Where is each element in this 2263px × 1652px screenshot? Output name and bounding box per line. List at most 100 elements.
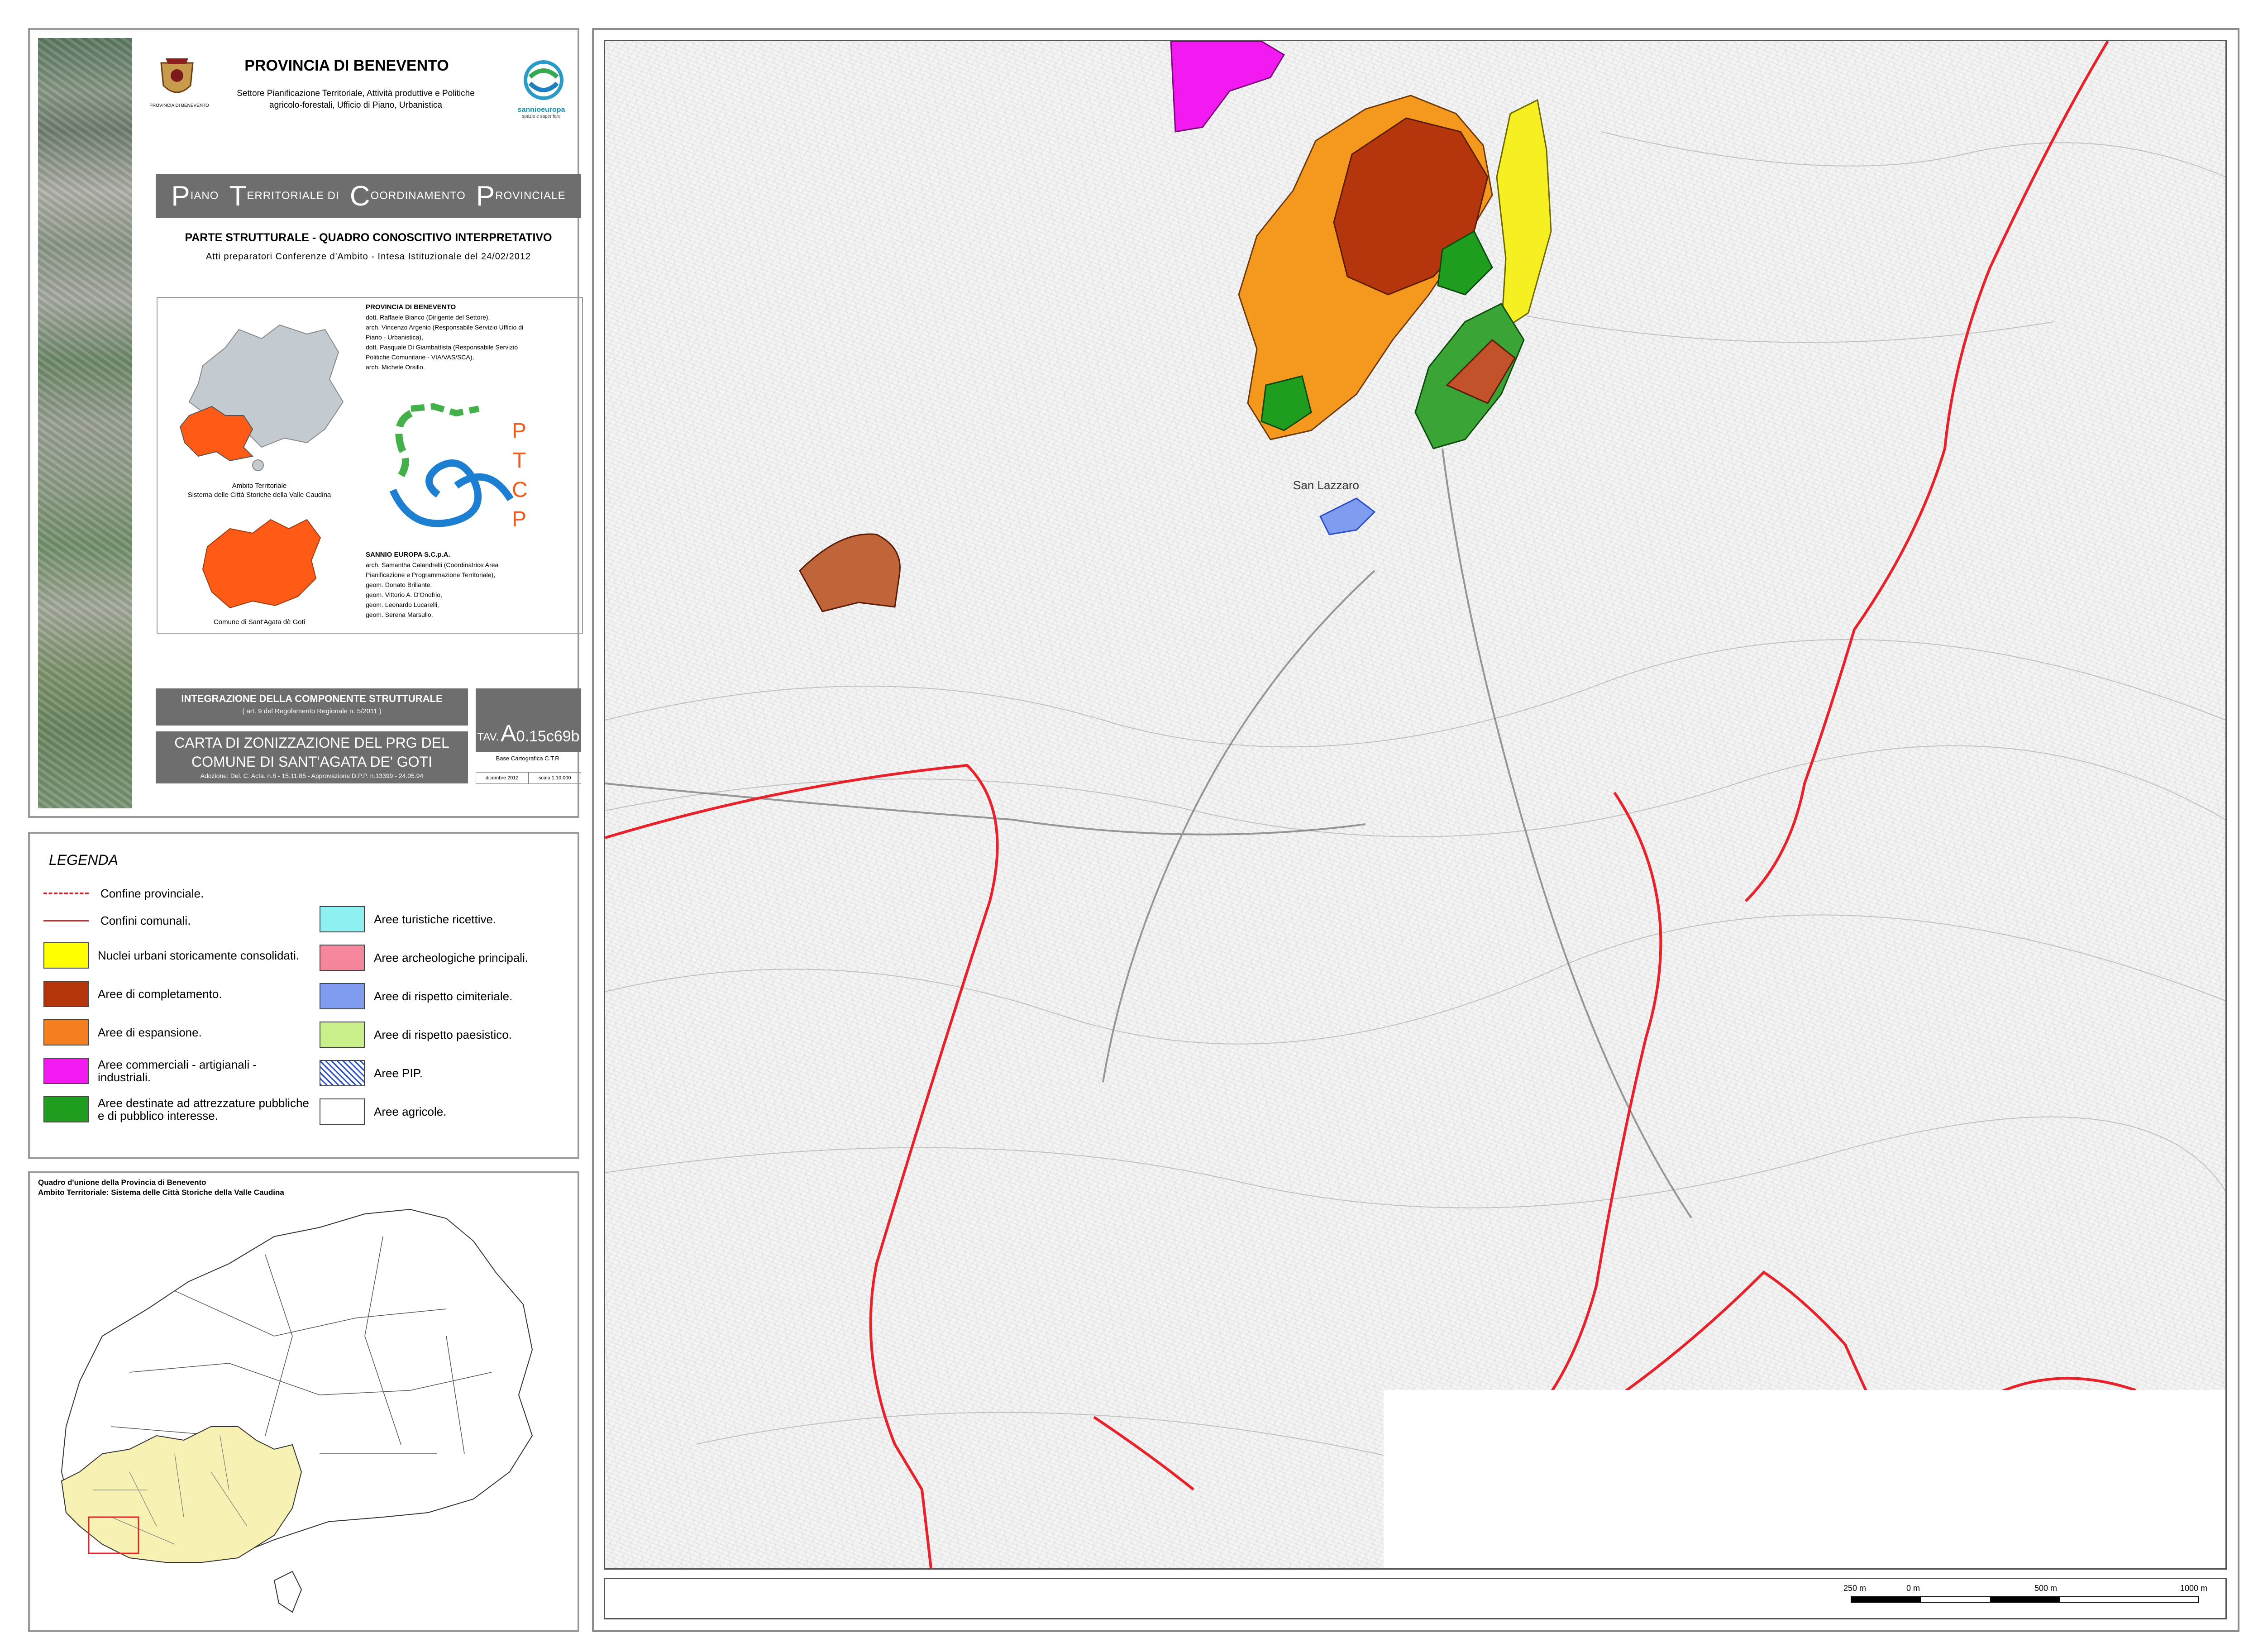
legend-item-agricole: Aree agricole. bbox=[320, 1098, 446, 1125]
zone-storico bbox=[1496, 99, 1552, 332]
base-cartografica-note: Base Cartografica C.T.R. bbox=[496, 755, 561, 762]
zone-commerciale bbox=[1170, 41, 1285, 133]
credits-line: arch. Samantha Calandrelli (Coordinatric… bbox=[366, 561, 499, 568]
swatch-green bbox=[43, 1096, 89, 1122]
zone-cimiteriale bbox=[1319, 497, 1376, 535]
legend-item-pip: Aree PIP. bbox=[320, 1060, 423, 1086]
swatch-brown bbox=[43, 981, 89, 1007]
credits-line: Piano - Urbanistica), bbox=[366, 334, 423, 341]
zone-completamento bbox=[799, 533, 901, 612]
integration-title: INTEGRAZIONE DELLA COMPONENTE STRUTTURAL… bbox=[181, 693, 443, 704]
legend-label: Aree agricole. bbox=[374, 1105, 447, 1118]
header: PROVINCIA DI BENEVENTO PROVINCIA DI BENE… bbox=[138, 38, 574, 160]
credits-line: geom. Vittorio A. D'Onofrio, bbox=[366, 591, 442, 598]
legend-panel: LEGENDA Confine provinciale. Confini com… bbox=[28, 832, 579, 1159]
legend-item-provincial-border: Confine provinciale. bbox=[43, 887, 204, 900]
scale-bar bbox=[1851, 1596, 2199, 1603]
legend-item-cimiteriale: Aree di rispetto cimiteriale. bbox=[320, 983, 512, 1009]
swatch-pink bbox=[320, 945, 365, 971]
swatch-hatched bbox=[320, 1060, 365, 1086]
credits-line: dott. Pasquale Di Giambattista (Responsa… bbox=[366, 344, 518, 351]
plan-word-2: ERRITORIALE DI bbox=[247, 190, 339, 202]
plan-title-bar: P IANO T ERRITORIALE DI C OORDINAMENTO P ROV… bbox=[156, 174, 581, 218]
ptcp-logo-icon: P T C P bbox=[389, 403, 528, 531]
tav-number: 0.15c69b bbox=[516, 728, 580, 745]
legend-label: Nuclei urbani storicamente consolidati. bbox=[98, 949, 300, 962]
ambito-caption-line1: Ambito Territoriale bbox=[232, 482, 287, 490]
tav-letter: A bbox=[500, 721, 516, 747]
ptcp-letter-c: C bbox=[512, 478, 528, 502]
inset-title-line1: Quadro d'unione della Provincia di Benev… bbox=[38, 1178, 206, 1187]
legend-item-attrezzature: Aree destinate ad attrezzature pubbliche… bbox=[43, 1096, 315, 1122]
date-cell: dicembre 2012 bbox=[476, 772, 529, 784]
partner-logo-text: sannioeuropa spazio e saper fare bbox=[510, 106, 573, 119]
section-title: PARTE STRUTTURALE - QUADRO CONOSCITIVO I… bbox=[185, 231, 552, 244]
scale-label-500: 500 m bbox=[2034, 1584, 2058, 1593]
credits-line: arch. Vincenzo Argenio (Responsabile Ser… bbox=[366, 324, 524, 331]
carta-title-line2: COMUNE DI SANT'AGATA DE' GOTI bbox=[191, 754, 432, 770]
legend-item-turistiche: Aree turistiche ricettive. bbox=[320, 906, 496, 932]
credits-line: geom. Leonardo Lucarelli, bbox=[366, 601, 439, 608]
legend-item-completamento: Aree di completamento. bbox=[43, 981, 222, 1007]
dashed-red-line-icon bbox=[43, 893, 89, 894]
integration-subtitle: ( art. 9 del Regolamento Regionale n. 5/… bbox=[242, 707, 382, 715]
credits-heading2: SANNIO EUROPA S.C.p.A. bbox=[366, 551, 450, 559]
legend-label: Aree di completamento. bbox=[98, 987, 222, 1001]
swatch-lightgreen bbox=[320, 1022, 365, 1048]
scale-cell: scala 1:10.000 bbox=[528, 772, 581, 784]
partner-tagline: spazio e saper fare bbox=[522, 114, 561, 119]
legend-label: Confine provinciale. bbox=[100, 887, 204, 900]
swatch-orange bbox=[43, 1019, 89, 1046]
credits-line: geom. Serena Marsullo. bbox=[366, 611, 433, 618]
credits-heading: PROVINCIA DI BENEVENTO bbox=[366, 303, 456, 311]
zoning-map[interactable]: San Lazzaro bbox=[604, 40, 2227, 1570]
plan-word-3: OORDINAMENTO bbox=[370, 190, 466, 202]
integration-bar: INTEGRAZIONE DELLA COMPONENTE STRUTTURAL… bbox=[156, 688, 468, 726]
overview-inset-panel: Quadro d'unione della Provincia di Benev… bbox=[28, 1171, 579, 1632]
date-scale-row: dicembre 2012 scala 1:10.000 bbox=[476, 772, 581, 784]
legend-label: Aree archeologiche principali. bbox=[374, 951, 529, 964]
department-line1: Settore Pianificazione Territoriale, Att… bbox=[237, 89, 475, 98]
ambito-caption: Ambito Territoriale Sistema delle Città … bbox=[158, 482, 361, 500]
swatch-blue bbox=[320, 983, 365, 1009]
red-line-icon bbox=[43, 920, 89, 921]
legend-item-espansione: Aree di espansione. bbox=[43, 1019, 202, 1046]
credits-box: Ambito Territoriale Sistema delle Città … bbox=[157, 297, 583, 634]
carta-adoption-note: Adozione: Del. C. Acta. n.8 - 15.11.85 -… bbox=[200, 772, 424, 779]
ptcp-letter-p2: P bbox=[512, 507, 526, 531]
coat-caption: PROVINCIA DI BENEVENTO bbox=[149, 103, 209, 108]
carta-title-bar: CARTA DI ZONIZZAZIONE DEL PRG DEL COMUNE… bbox=[156, 731, 468, 783]
credits-province: PROVINCIA DI BENEVENTO dott. Raffaele Bi… bbox=[366, 302, 578, 372]
legend-label: Aree turistiche ricettive. bbox=[374, 912, 497, 926]
tav-prefix: TAV. bbox=[477, 731, 499, 743]
credits-line: dott. Raffaele Bianco (Dirigente del Set… bbox=[366, 314, 490, 321]
credits-line: arch. Michele Orsillo. bbox=[366, 363, 425, 371]
ptcp-letter-t: T bbox=[513, 449, 526, 473]
credits-line: geom. Donato Brillante, bbox=[366, 581, 432, 588]
section-subtitle: Atti preparatori Conferenze d'Ambito - I… bbox=[205, 252, 531, 262]
ambito-caption-line2: Sistema delle Città Storiche della Valle… bbox=[187, 491, 331, 499]
province-map-icon bbox=[179, 324, 344, 471]
swatch-cyan bbox=[320, 906, 365, 932]
scale-label-250: 250 m bbox=[1843, 1584, 1867, 1593]
title-block-panel: PROVINCIA DI BENEVENTO PROVINCIA DI BENE… bbox=[28, 28, 583, 818]
department-text: Settore Pianificazione Territoriale, Att… bbox=[215, 88, 496, 111]
place-label: San Lazzaro bbox=[1293, 478, 1359, 492]
legend-label: Aree di espansione. bbox=[98, 1026, 202, 1039]
plan-initial-p2: P bbox=[476, 180, 496, 212]
plan-initial-t: T bbox=[229, 180, 247, 212]
map-drawing: San Lazzaro bbox=[605, 41, 2225, 1568]
swatch-magenta bbox=[43, 1058, 89, 1084]
legend-label: Confini comunali. bbox=[100, 914, 191, 927]
credits-sannio: SANNIO EUROPA S.C.p.A. arch. Samantha Ca… bbox=[366, 550, 578, 620]
swatch-white bbox=[320, 1098, 365, 1125]
legend-title: LEGENDA bbox=[49, 852, 118, 868]
coat-of-arms-icon bbox=[160, 58, 194, 93]
province-overview-map bbox=[61, 1208, 533, 1613]
carta-title-line1: CARTA DI ZONIZZAZIONE DEL PRG DEL bbox=[174, 735, 449, 751]
partner-name: sannioeuropa bbox=[517, 106, 565, 114]
plan-initial-c: C bbox=[349, 180, 371, 212]
plan-initial-p: P bbox=[171, 180, 191, 212]
ptcp-letter-p: P bbox=[512, 419, 526, 443]
legend-item-paesistico: Aree di rispetto paesistico. bbox=[320, 1022, 512, 1048]
